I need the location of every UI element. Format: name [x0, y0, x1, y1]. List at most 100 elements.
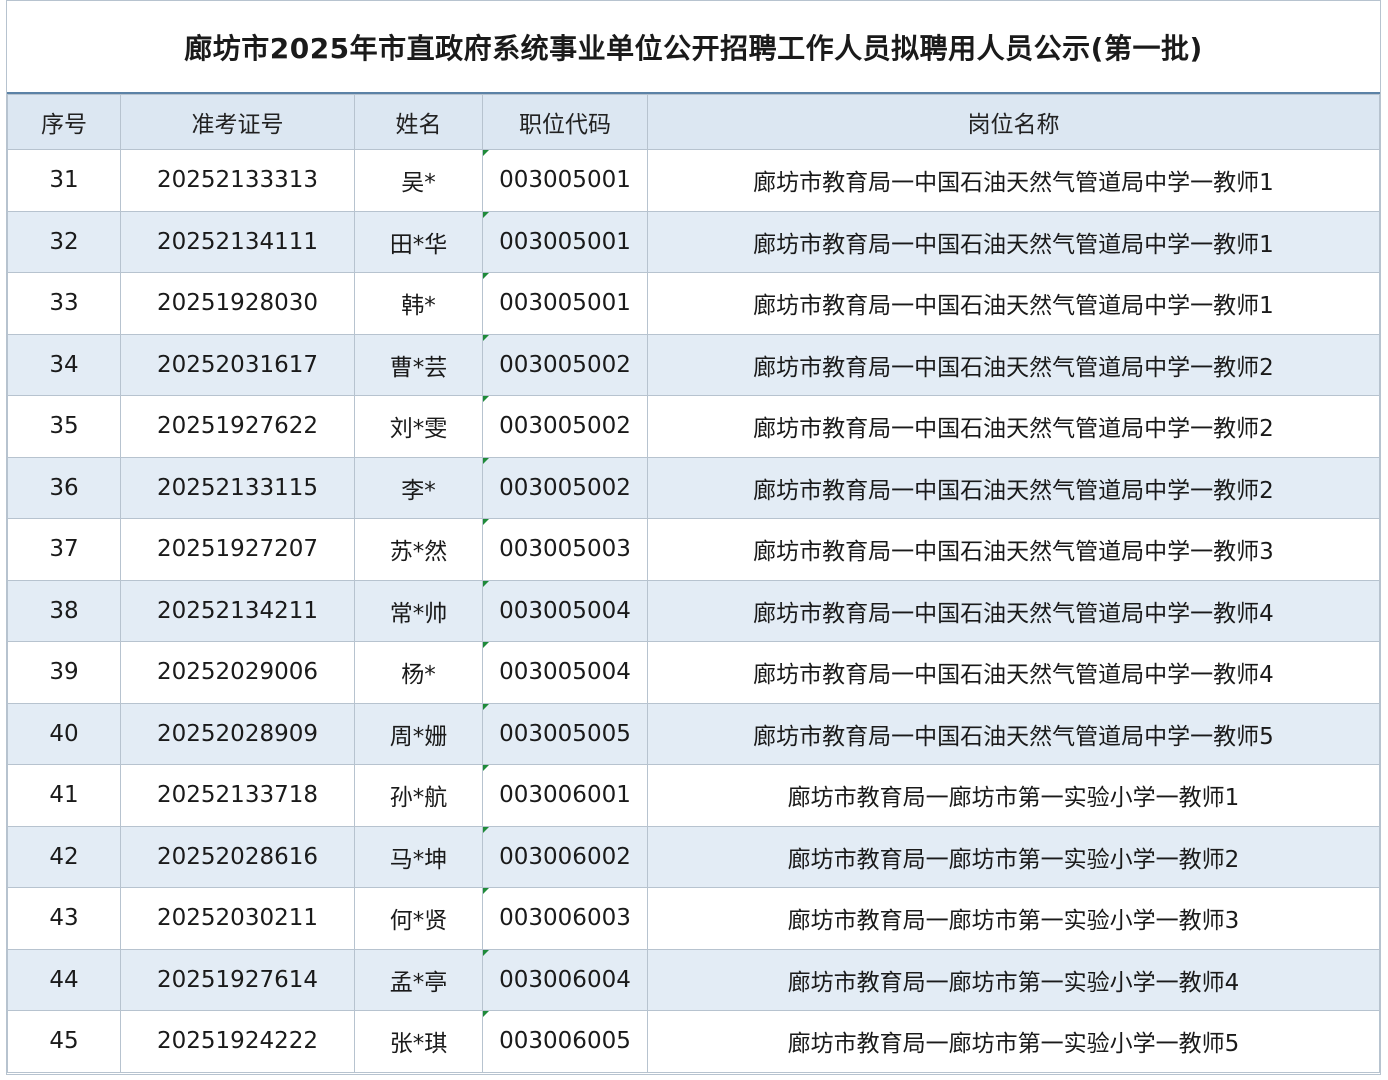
cell-no: 43 — [7, 887, 121, 950]
cell-position: 廊坊市教育局一中国石油天然气管道局中学一教师5 — [647, 702, 1380, 765]
table-row: 40 20252028909 周*姗 003005005 廊坊市教育局一中国石油天然气管… — [7, 702, 1380, 765]
cell-no: 36 — [7, 456, 121, 519]
cell-exam-id: 20252028616 — [120, 825, 355, 888]
table-row: 33 20251928030 韩* 003005001 廊坊市教育局一中国石油天然气管道… — [7, 272, 1380, 335]
cell-code: 003006002 — [482, 825, 648, 888]
cell-name: 苏*然 — [354, 518, 483, 581]
cell-code: 003005002 — [482, 456, 648, 519]
cell-position: 廊坊市教育局一中国石油天然气管道局中学一教师1 — [647, 149, 1380, 212]
cell-name: 孟*亭 — [354, 948, 483, 1011]
cell-exam-id: 20251927622 — [120, 395, 355, 458]
cell-exam-id: 20252133313 — [120, 149, 355, 212]
cell-name: 马*坤 — [354, 825, 483, 888]
table-header-row: 序号 准考证号 姓名 职位代码 岗位名称 — [7, 94, 1380, 150]
cell-exam-id: 20251927614 — [120, 948, 355, 1011]
cell-position: 廊坊市教育局一中国石油天然气管道局中学一教师2 — [647, 456, 1380, 519]
cell-code: 003005001 — [482, 210, 648, 273]
table-body: 31 20252133313 吴* 003005001 廊坊市教育局一中国石油天然气管道… — [7, 149, 1380, 1073]
cell-no: 32 — [7, 210, 121, 273]
cell-exam-id: 20252134111 — [120, 210, 355, 273]
table-row: 45 20251924222 张*琪 003006005 廊坊市教育局一廊坊市第一实验小… — [7, 1010, 1380, 1073]
cell-position: 廊坊市教育局一廊坊市第一实验小学一教师2 — [647, 825, 1380, 888]
cell-name: 孙*航 — [354, 764, 483, 827]
cell-name: 张*琪 — [354, 1010, 483, 1073]
cell-position: 廊坊市教育局一中国石油天然气管道局中学一教师1 — [647, 272, 1380, 335]
column-header-position: 岗位名称 — [647, 94, 1380, 150]
cell-position: 廊坊市教育局一廊坊市第一实验小学一教师1 — [647, 764, 1380, 827]
cell-code: 003006001 — [482, 764, 648, 827]
column-header-name: 姓名 — [354, 94, 483, 150]
cell-no: 44 — [7, 948, 121, 1011]
cell-code: 003005004 — [482, 641, 648, 704]
cell-code: 003006003 — [482, 887, 648, 950]
page-title: 廊坊市2025年市直政府系统事业单位公开招聘工作人员拟聘用人员公示(第一批) — [7, 1, 1380, 94]
cell-name: 吴* — [354, 149, 483, 212]
table-row: 36 20252133115 李* 003005002 廊坊市教育局一中国石油天然气管道… — [7, 456, 1380, 519]
cell-code: 003005003 — [482, 518, 648, 581]
cell-code: 003006005 — [482, 1010, 648, 1073]
table-row: 32 20252134111 田*华 003005001 廊坊市教育局一中国石油天然气管… — [7, 210, 1380, 273]
cell-name: 韩* — [354, 272, 483, 335]
table-row: 31 20252133313 吴* 003005001 廊坊市教育局一中国石油天然气管道… — [7, 149, 1380, 212]
cell-code: 003005001 — [482, 149, 648, 212]
cell-name: 李* — [354, 456, 483, 519]
table-row: 41 20252133718 孙*航 003006001 廊坊市教育局一廊坊市第一实验小… — [7, 764, 1380, 827]
cell-exam-id: 20252134211 — [120, 579, 355, 642]
cell-no: 31 — [7, 149, 121, 212]
cell-name: 田*华 — [354, 210, 483, 273]
cell-no: 33 — [7, 272, 121, 335]
cell-exam-id: 20251927207 — [120, 518, 355, 581]
cell-code: 003005002 — [482, 395, 648, 458]
cell-exam-id: 20251928030 — [120, 272, 355, 335]
cell-no: 37 — [7, 518, 121, 581]
cell-exam-id: 20252133115 — [120, 456, 355, 519]
cell-no: 45 — [7, 1010, 121, 1073]
cell-name: 刘*雯 — [354, 395, 483, 458]
cell-no: 42 — [7, 825, 121, 888]
hiring-table: 序号 准考证号 姓名 职位代码 岗位名称 31 20252133313 吴* 0030… — [7, 94, 1380, 1073]
table-row: 38 20252134211 常*帅 003005004 廊坊市教育局一中国石油天然气管… — [7, 579, 1380, 642]
cell-no: 34 — [7, 333, 121, 396]
cell-no: 40 — [7, 702, 121, 765]
cell-code: 003005005 — [482, 702, 648, 765]
table-row: 34 20252031617 曹*芸 003005002 廊坊市教育局一中国石油天然气管… — [7, 333, 1380, 396]
table-row: 44 20251927614 孟*亭 003006004 廊坊市教育局一廊坊市第一实验小… — [7, 948, 1380, 1011]
cell-position: 廊坊市教育局一中国石油天然气管道局中学一教师2 — [647, 395, 1380, 458]
table-row: 37 20251927207 苏*然 003005003 廊坊市教育局一中国石油天然气管… — [7, 518, 1380, 581]
cell-exam-id: 20252133718 — [120, 764, 355, 827]
cell-position: 廊坊市教育局一中国石油天然气管道局中学一教师1 — [647, 210, 1380, 273]
cell-position: 廊坊市教育局一廊坊市第一实验小学一教师3 — [647, 887, 1380, 950]
cell-no: 39 — [7, 641, 121, 704]
cell-code: 003005001 — [482, 272, 648, 335]
column-header-exam-id: 准考证号 — [120, 94, 355, 150]
cell-code: 003005004 — [482, 579, 648, 642]
cell-position: 廊坊市教育局一中国石油天然气管道局中学一教师3 — [647, 518, 1380, 581]
cell-position: 廊坊市教育局一中国石油天然气管道局中学一教师2 — [647, 333, 1380, 396]
cell-exam-id: 20252029006 — [120, 641, 355, 704]
cell-position: 廊坊市教育局一中国石油天然气管道局中学一教师4 — [647, 579, 1380, 642]
cell-code: 003006004 — [482, 948, 648, 1011]
cell-no: 38 — [7, 579, 121, 642]
cell-name: 周*姗 — [354, 702, 483, 765]
table-row: 43 20252030211 何*贤 003006003 廊坊市教育局一廊坊市第一实验小… — [7, 887, 1380, 950]
cell-position: 廊坊市教育局一中国石油天然气管道局中学一教师4 — [647, 641, 1380, 704]
cell-name: 何*贤 — [354, 887, 483, 950]
table-row: 35 20251927622 刘*雯 003005002 廊坊市教育局一中国石油天然气管… — [7, 395, 1380, 458]
cell-exam-id: 20251924222 — [120, 1010, 355, 1073]
announcement-sheet: 廊坊市2025年市直政府系统事业单位公开招聘工作人员拟聘用人员公示(第一批) 序… — [6, 0, 1381, 1075]
cell-name: 杨* — [354, 641, 483, 704]
table-row: 42 20252028616 马*坤 003006002 廊坊市教育局一廊坊市第一实验小… — [7, 825, 1380, 888]
column-header-code: 职位代码 — [482, 94, 648, 150]
column-header-no: 序号 — [7, 94, 121, 150]
table-row: 39 20252029006 杨* 003005004 廊坊市教育局一中国石油天然气管道… — [7, 641, 1380, 704]
cell-no: 41 — [7, 764, 121, 827]
cell-name: 曹*芸 — [354, 333, 483, 396]
cell-no: 35 — [7, 395, 121, 458]
cell-position: 廊坊市教育局一廊坊市第一实验小学一教师5 — [647, 1010, 1380, 1073]
cell-exam-id: 20252030211 — [120, 887, 355, 950]
cell-exam-id: 20252028909 — [120, 702, 355, 765]
cell-position: 廊坊市教育局一廊坊市第一实验小学一教师4 — [647, 948, 1380, 1011]
cell-code: 003005002 — [482, 333, 648, 396]
cell-name: 常*帅 — [354, 579, 483, 642]
cell-exam-id: 20252031617 — [120, 333, 355, 396]
